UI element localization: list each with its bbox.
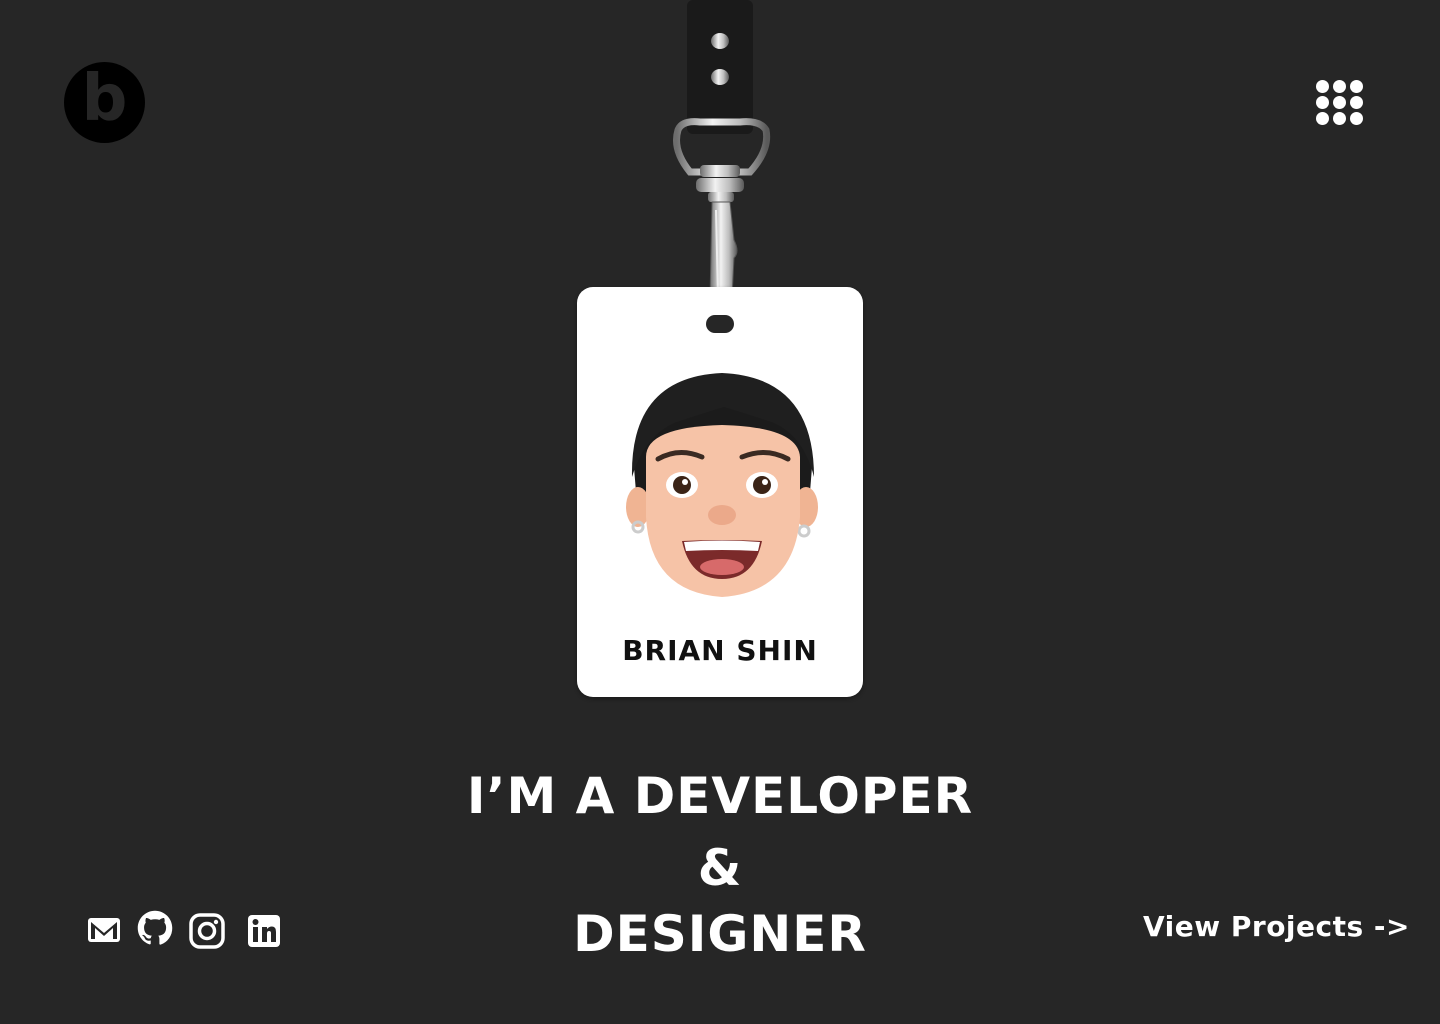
hero-line-3: DESIGNER xyxy=(573,905,867,963)
instagram-icon[interactable] xyxy=(189,913,225,949)
menu-grid-icon[interactable] xyxy=(1316,80,1364,126)
menu-dot xyxy=(1333,80,1346,93)
menu-dot xyxy=(1333,112,1346,125)
lanyard-strap xyxy=(687,0,753,134)
menu-dot xyxy=(1350,80,1363,93)
swivel xyxy=(700,165,740,177)
logo-button[interactable]: b xyxy=(64,62,145,143)
github-icon[interactable] xyxy=(137,910,173,946)
mail-icon[interactable] xyxy=(86,912,122,948)
clip-gate xyxy=(715,209,719,297)
logo-letter: b xyxy=(81,61,128,136)
strap-rivet xyxy=(711,69,729,85)
view-projects-link[interactable]: View Projects -> xyxy=(1143,910,1410,943)
menu-dot xyxy=(1350,112,1363,125)
id-badge: BRIAN SHIN xyxy=(577,287,863,697)
hero-line-1: I’M A DEVELOPER xyxy=(466,767,974,825)
strap-rivet xyxy=(711,33,729,49)
menu-dot xyxy=(1350,96,1363,109)
swivel xyxy=(696,178,744,192)
menu-dot xyxy=(1316,96,1329,109)
badge-slot xyxy=(706,315,734,333)
menu-dot xyxy=(1316,80,1329,93)
avatar xyxy=(626,373,818,597)
menu-dot xyxy=(1333,96,1346,109)
badge-name: BRIAN SHIN xyxy=(622,634,818,667)
d-ring xyxy=(673,118,771,176)
menu-dot xyxy=(1316,112,1329,125)
swivel xyxy=(708,192,734,202)
hero-line-2: & xyxy=(697,839,743,897)
page: b BRIAN SHIN I’M A DEVELOPER & DESIGNER … xyxy=(0,0,1440,1024)
linkedin-icon[interactable] xyxy=(246,913,282,949)
